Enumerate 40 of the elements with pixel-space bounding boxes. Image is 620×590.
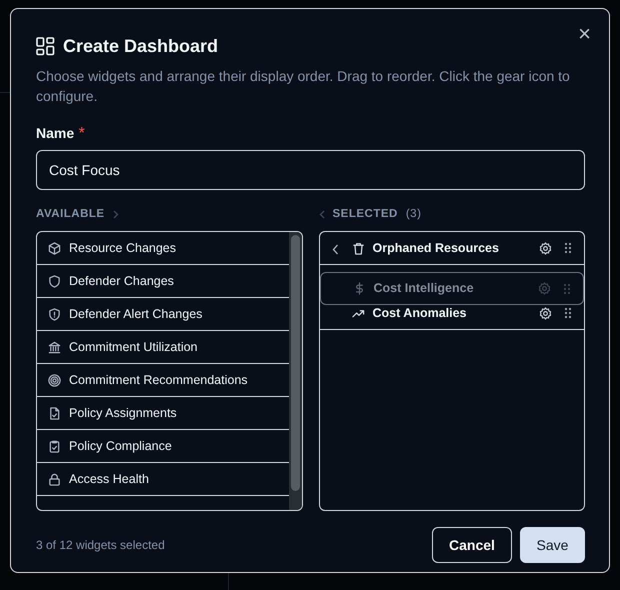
available-item[interactable]: Policy Compliance (37, 430, 288, 464)
name-label: Name (36, 125, 74, 141)
drag-handle-icon[interactable] (564, 307, 572, 320)
dialog-title: Create Dashboard (63, 35, 218, 58)
available-item[interactable]: Policy Assignments (37, 397, 288, 430)
drag-handle-icon[interactable] (563, 282, 571, 295)
bank-icon (48, 340, 61, 354)
selected-heading: SELECTED (332, 207, 398, 222)
clipboard-check-icon (48, 440, 61, 453)
cancel-button[interactable]: Cancel (432, 527, 512, 564)
chevron-left-icon[interactable] (332, 244, 338, 255)
target-icon (48, 374, 61, 387)
shield-icon (48, 274, 61, 288)
drag-handle-icon[interactable] (564, 242, 572, 254)
available-item[interactable]: Access Health (37, 463, 288, 496)
selected-item[interactable]: Cost Anomalies (320, 297, 584, 330)
chevron-right-icon (112, 210, 119, 220)
chevron-left-icon (318, 210, 324, 220)
dialog-description: Choose widgets and arrange their display order. Drag to reorder. Click the gear icon to configure. (36, 67, 571, 106)
save-button[interactable]: Save (520, 527, 585, 564)
required-mark: * (78, 125, 85, 142)
dashboard-icon (36, 37, 55, 56)
available-item[interactable]: Defender Changes (37, 265, 288, 298)
selected-item[interactable]: Orphaned Resources (320, 232, 584, 266)
available-item[interactable]: Commitment Recommendations (37, 364, 288, 398)
name-field[interactable]: Cost Focus (36, 150, 585, 190)
shield-alert-icon (48, 308, 61, 321)
close-button[interactable]: × (574, 23, 595, 45)
cube-icon (48, 242, 61, 255)
available-item[interactable]: Resource Changes (37, 232, 288, 266)
scrollbar[interactable] (288, 232, 302, 510)
dragged-item[interactable]: Cost Intelligence (320, 272, 584, 306)
selection-summary: 3 of 12 widgets selected (36, 537, 165, 554)
trash-icon (352, 242, 364, 255)
lock-icon (48, 472, 61, 486)
document-check-icon (48, 406, 61, 420)
available-heading: AVAILABLE (36, 207, 105, 222)
available-item[interactable]: Commitment Utilization (37, 331, 288, 364)
available-item[interactable]: Defender Alert Changes (37, 298, 288, 332)
selected-count: (3) (406, 207, 422, 222)
